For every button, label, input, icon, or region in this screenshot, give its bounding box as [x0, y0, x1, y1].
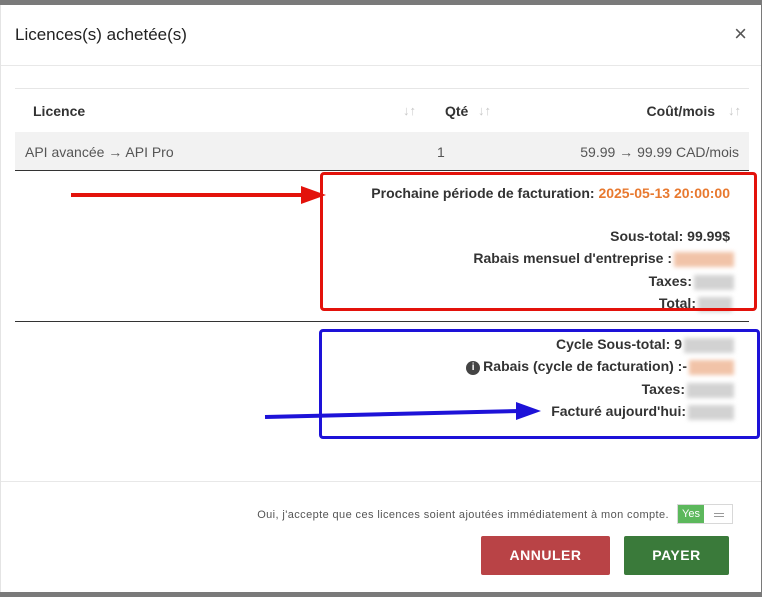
red-arrow-icon: [71, 186, 326, 204]
toggle-handle-icon: [714, 516, 724, 517]
modal-footer: Oui, j'accepte que ces licences soient a…: [1, 481, 761, 593]
toggle-handle-icon: [714, 513, 724, 514]
toggle-yes-label: Yes: [678, 505, 704, 523]
licence-modal: Licences(s) achetée(s) × Licence ↓↑ Qté …: [0, 5, 761, 592]
consent-text: Oui, j'accepte que ces licences soient a…: [257, 509, 669, 521]
cancel-button[interactable]: ANNULER: [481, 536, 610, 575]
consent-toggle[interactable]: Yes: [677, 504, 733, 524]
blue-arrow-icon: [264, 402, 541, 420]
pay-button[interactable]: PAYER: [624, 536, 729, 575]
